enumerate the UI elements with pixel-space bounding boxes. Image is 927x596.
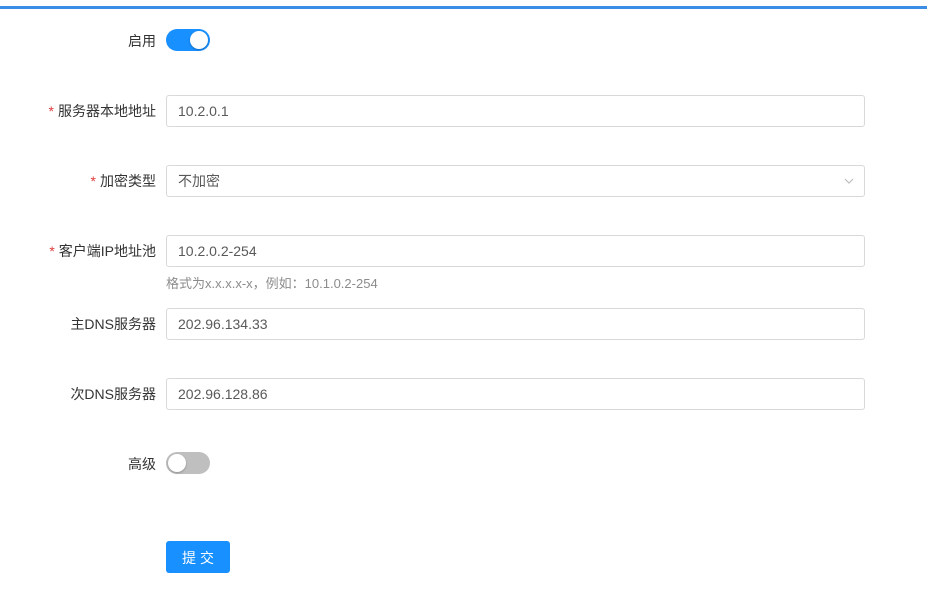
- client-ip-pool-hint: 格式为x.x.x.x-x，例如：10.1.0.2-254: [166, 276, 378, 291]
- advanced-toggle[interactable]: [166, 452, 210, 474]
- client-ip-pool-label: * 客户端IP地址池: [49, 241, 156, 261]
- secondary-dns-label: 次DNS服务器: [70, 386, 156, 402]
- client-ip-pool-input[interactable]: 10.2.0.2-254: [166, 235, 865, 267]
- server-local-address-input[interactable]: 10.2.0.1: [166, 95, 865, 127]
- enable-label: 启用: [128, 33, 156, 49]
- toggle-knob: [190, 31, 208, 49]
- required-mark: *: [49, 243, 55, 259]
- required-mark: *: [90, 173, 96, 189]
- encryption-type-select[interactable]: 不加密: [166, 165, 865, 197]
- primary-dns-input[interactable]: 202.96.134.33: [166, 308, 865, 340]
- encryption-type-label: * 加密类型: [91, 171, 156, 191]
- enable-toggle[interactable]: [166, 29, 210, 51]
- advanced-label: 高级: [128, 456, 156, 472]
- secondary-dns-input[interactable]: 202.96.128.86: [166, 378, 865, 410]
- required-mark: *: [48, 103, 54, 119]
- server-local-address-label: * 服务器本地地址: [49, 101, 156, 121]
- submit-button[interactable]: 提交: [166, 541, 230, 573]
- primary-dns-label: 主DNS服务器: [70, 316, 156, 332]
- encryption-type-value: 不加密: [178, 173, 220, 189]
- top-accent-bar: [0, 6, 927, 9]
- label-text: 加密类型: [100, 173, 156, 189]
- label-text: 服务器本地地址: [58, 103, 156, 119]
- label-text: 客户端IP地址池: [58, 243, 156, 259]
- chevron-down-icon: [844, 178, 854, 184]
- toggle-knob: [168, 454, 186, 472]
